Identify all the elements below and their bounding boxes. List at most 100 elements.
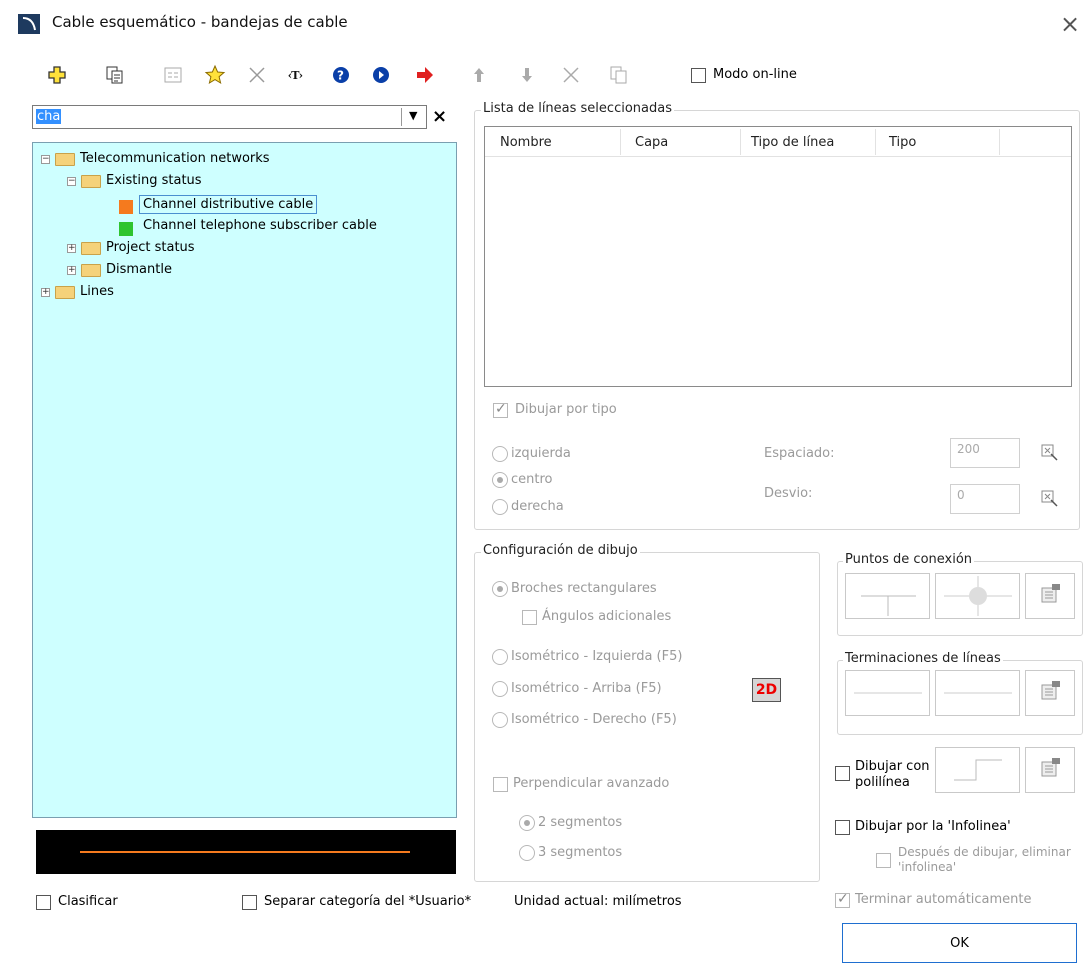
app-icon	[18, 14, 40, 34]
tree-node-dismantle[interactable]: Dismantle	[106, 262, 172, 277]
chevron-down-icon[interactable]: ▼	[409, 109, 417, 122]
pick-spacing-icon[interactable]	[1040, 443, 1060, 467]
draw-by-type-label: Dibujar por tipo	[515, 402, 617, 417]
ending-left-button[interactable]	[845, 670, 930, 716]
polyline-settings-icon[interactable]	[1025, 747, 1075, 793]
move-up-icon[interactable]	[466, 62, 492, 88]
polyline-label-line1: Dibujar con	[855, 759, 930, 774]
connection-points-legend: Puntos de conexión	[843, 552, 975, 567]
auto-finish-checkbox[interactable]	[835, 891, 850, 908]
text-tag-icon[interactable]: ‹T›	[284, 62, 310, 88]
window-title: Cable esquemático - bandejas de cable	[52, 13, 348, 31]
folder-icon	[81, 175, 101, 188]
polyline-label-line2: polilínea	[855, 775, 910, 790]
extra-angles-checkbox[interactable]	[522, 610, 537, 625]
tree-node-lines[interactable]: Lines	[80, 284, 114, 299]
paste-icon[interactable]	[606, 62, 632, 88]
folder-icon	[81, 264, 101, 277]
connection-settings-icon[interactable]	[1025, 573, 1075, 619]
close-icon[interactable]: ×	[1060, 10, 1080, 38]
delete-icon[interactable]	[244, 62, 270, 88]
classify-checkbox[interactable]	[36, 895, 51, 910]
copy-icon[interactable]	[102, 62, 128, 88]
folder-icon	[55, 153, 75, 166]
extra-angles-label: Ángulos adicionales	[542, 609, 672, 624]
center-label: centro	[511, 472, 553, 487]
help-icon[interactable]: ?	[328, 62, 354, 88]
collapse-icon[interactable]: −	[67, 177, 76, 186]
clear-search-icon[interactable]: ×	[432, 106, 447, 127]
collapse-icon[interactable]: −	[41, 155, 50, 164]
preview-line	[80, 851, 410, 853]
connection-dot-button[interactable]	[935, 573, 1020, 619]
arrow-right-icon[interactable]	[412, 62, 438, 88]
iso-left-radio[interactable]	[492, 649, 508, 665]
connection-tee-button[interactable]	[845, 573, 930, 619]
mode-2d-badge[interactable]: 2D	[752, 678, 781, 702]
left-radio[interactable]	[492, 446, 508, 462]
ending-settings-icon[interactable]	[1025, 670, 1075, 716]
delete-infoline-line1: Después de dibujar, eliminar	[898, 845, 1071, 859]
svg-text:‹T›: ‹T›	[288, 69, 303, 82]
offset-label: Desvio:	[764, 486, 813, 501]
expand-icon[interactable]: +	[67, 266, 76, 275]
tree-node-existing[interactable]: Existing status	[106, 173, 202, 188]
line-list-legend: Lista de líneas seleccionadas	[481, 101, 674, 116]
column-layer[interactable]: Capa	[635, 135, 668, 150]
three-segments-radio[interactable]	[519, 845, 535, 861]
rect-brackets-radio[interactable]	[492, 581, 508, 597]
tree-node-telecom[interactable]: Telecommunication networks	[80, 151, 270, 166]
separate-category-checkbox[interactable]	[242, 895, 257, 910]
expand-icon[interactable]: +	[41, 288, 50, 297]
ending-right-button[interactable]	[935, 670, 1020, 716]
spacing-input[interactable]: 200	[950, 438, 1020, 468]
ok-button[interactable]: OK	[842, 923, 1077, 963]
two-segments-radio[interactable]	[519, 815, 535, 831]
delete-infoline-line2: 'infolinea'	[898, 860, 957, 874]
properties-icon[interactable]	[160, 62, 186, 88]
separate-category-label: Separar categoría del *Usuario*	[264, 894, 472, 909]
add-icon[interactable]	[44, 62, 70, 88]
column-name[interactable]: Nombre	[500, 135, 552, 150]
category-tree[interactable]: − Telecommunication networks − Existing …	[32, 142, 457, 818]
online-mode-checkbox[interactable]	[691, 68, 706, 83]
svg-text:?: ?	[337, 69, 344, 83]
current-unit-text: Unidad actual: milímetros	[514, 894, 682, 909]
polyline-checkbox[interactable]	[835, 766, 850, 781]
info-icon[interactable]	[368, 62, 394, 88]
column-type[interactable]: Tipo	[889, 135, 916, 150]
polyline-shape-button[interactable]	[935, 747, 1020, 793]
infoline-label: Dibujar por la 'Infolinea'	[855, 819, 1011, 834]
iso-right-radio[interactable]	[492, 712, 508, 728]
left-label: izquierda	[511, 446, 571, 461]
infoline-checkbox[interactable]	[835, 820, 850, 835]
tree-node-project[interactable]: Project status	[106, 240, 195, 255]
line-list-table[interactable]: Nombre Capa Tipo de línea Tipo	[484, 126, 1072, 387]
right-radio[interactable]	[492, 499, 508, 515]
draw-by-type-checkbox[interactable]	[493, 401, 508, 418]
remove-icon[interactable]	[558, 62, 584, 88]
iso-top-label: Isométrico - Arriba (F5)	[511, 681, 662, 696]
delete-infoline-checkbox[interactable]	[876, 853, 891, 868]
auto-finish-label: Terminar automáticamente	[855, 892, 1032, 907]
classify-label: Clasificar	[58, 894, 118, 909]
expand-icon[interactable]: +	[67, 244, 76, 253]
favorite-star-icon[interactable]	[202, 62, 228, 88]
search-input[interactable]: cha ▼	[32, 105, 427, 129]
column-line-type[interactable]: Tipo de línea	[751, 135, 834, 150]
online-mode-label: Modo on-line	[713, 67, 797, 82]
advanced-perp-label: Perpendicular avanzado	[513, 776, 670, 791]
center-radio[interactable]	[492, 472, 508, 488]
rect-brackets-label: Broches rectangulares	[511, 581, 657, 596]
offset-input[interactable]: 0	[950, 484, 1020, 514]
search-value: cha	[36, 109, 62, 124]
iso-top-radio[interactable]	[492, 681, 508, 697]
polyline-label: Dibujar con polilínea	[855, 759, 930, 791]
right-label: derecha	[511, 499, 564, 514]
tree-node-channel-telephone[interactable]: Channel telephone subscriber cable	[143, 218, 377, 233]
two-segments-label: 2 segmentos	[538, 815, 623, 830]
advanced-perp-checkbox[interactable]	[493, 777, 508, 792]
tree-node-channel-distributive[interactable]: Channel distributive cable	[139, 195, 318, 214]
pick-offset-icon[interactable]	[1040, 489, 1060, 513]
move-down-icon[interactable]	[514, 62, 540, 88]
